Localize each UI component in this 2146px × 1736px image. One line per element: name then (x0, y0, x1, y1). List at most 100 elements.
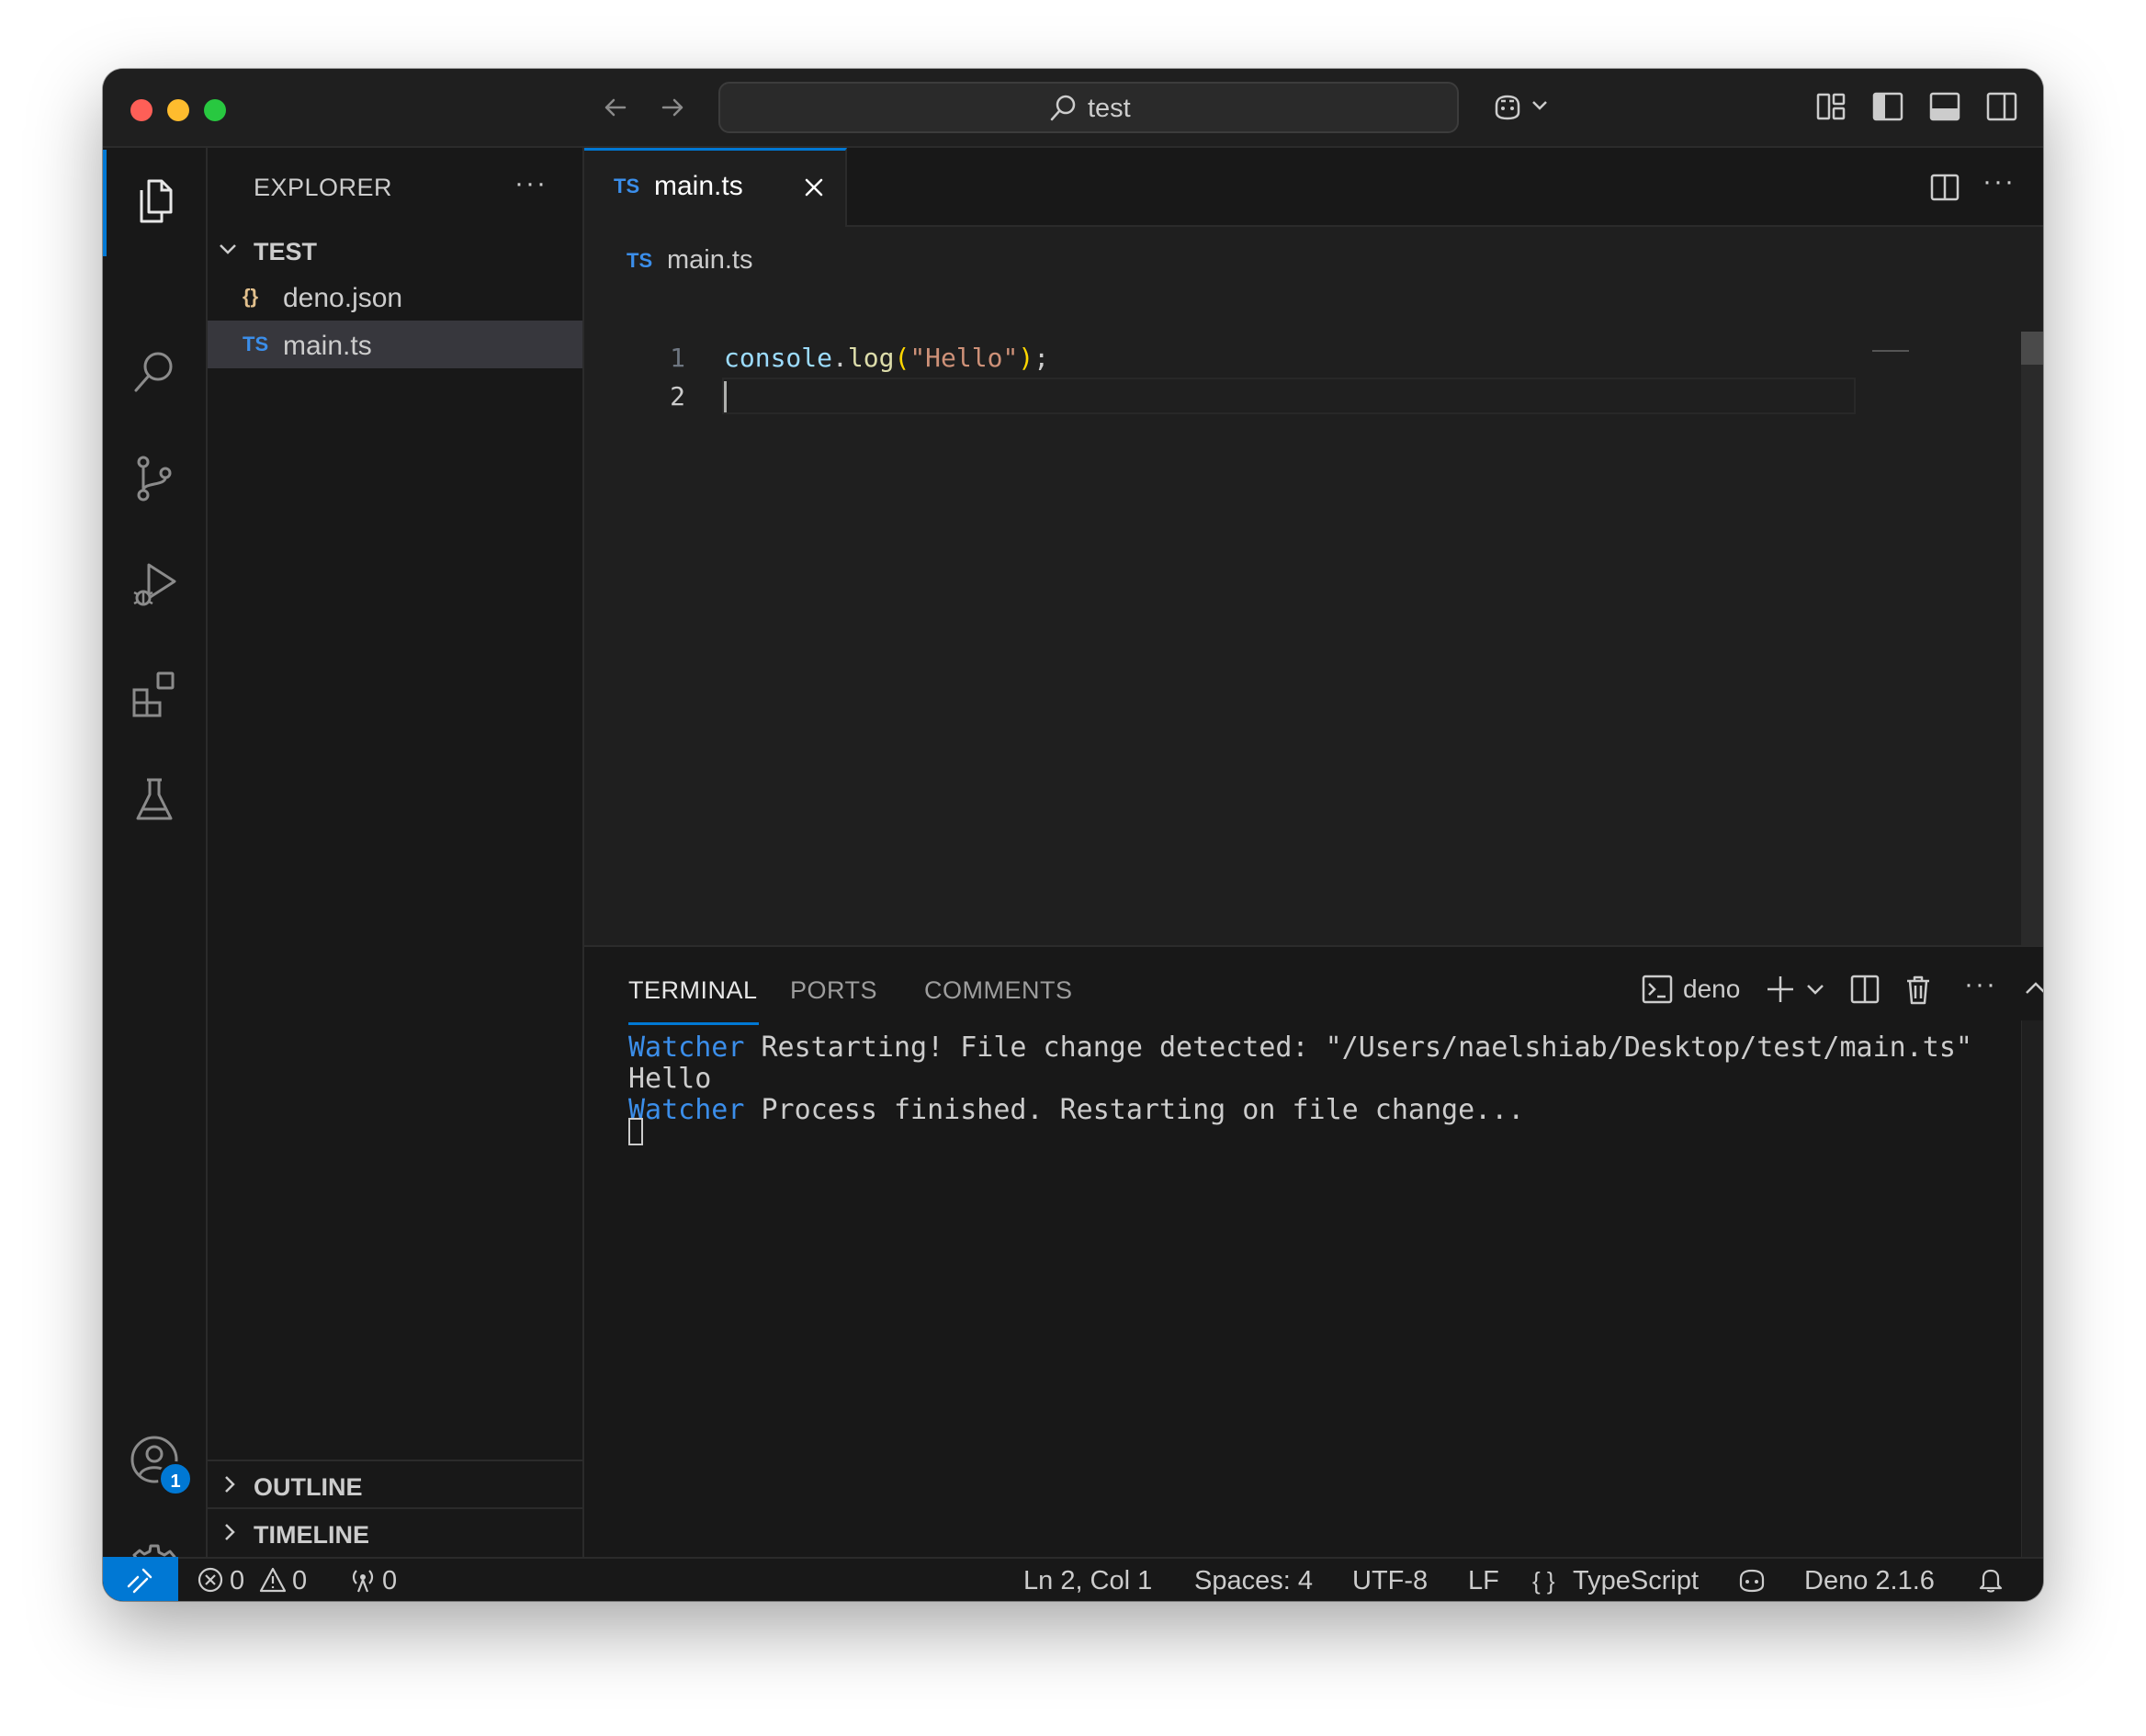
editor-more-actions[interactable]: ··· (1982, 166, 2016, 197)
file-row-deno-json[interactable]: {} deno.json (208, 273, 582, 321)
explorer-more-actions[interactable]: ··· (514, 168, 548, 199)
terminal-name[interactable]: deno (1683, 975, 1740, 1004)
indentation[interactable]: Spaces: 4 (1194, 1566, 1313, 1596)
chevron-right-icon (225, 1524, 235, 1540)
error-count[interactable]: 0 (230, 1566, 244, 1596)
typescript-file-icon: TS (627, 249, 653, 272)
split-terminal-icon[interactable] (1848, 973, 1881, 1006)
extensions-icon[interactable] (129, 668, 180, 719)
code-token: ) (1018, 343, 1034, 373)
explorer-sidebar: EXPLORER ··· TEST {} deno.json TS main.t… (208, 148, 584, 1557)
active-tab-underline (628, 1022, 759, 1025)
current-line-highlight (722, 378, 1856, 414)
new-terminal-plus-icon[interactable] (1764, 973, 1797, 1006)
search-icon (1050, 95, 1076, 121)
folder-row-test[interactable]: TEST (208, 225, 582, 273)
editor-scrollbar-thumb[interactable] (2021, 332, 2043, 365)
tab-label: main.ts (654, 171, 743, 201)
terminal-scrollbar[interactable] (2021, 1020, 2043, 1559)
tab-main-ts[interactable]: TS main.ts (584, 148, 847, 227)
status-bar: 0 0 0 Ln 2, Col 1 Spaces: 4 UTF-8 LF { }… (103, 1557, 2043, 1601)
tab-comments[interactable]: COMMENTS (924, 976, 1073, 1005)
sidebar-title: EXPLORER (254, 174, 393, 201)
terminal-line: Watcher Process finished. Restarting on … (628, 1094, 1524, 1126)
trash-icon[interactable] (1902, 973, 1935, 1006)
chevron-down-icon[interactable] (1529, 93, 1551, 118)
toggle-panel-icon[interactable] (1927, 89, 1962, 124)
copilot-icon[interactable] (1736, 1566, 1768, 1594)
language-braces-icon[interactable]: { } (1532, 1567, 1555, 1595)
panel-more-actions[interactable]: ··· (1964, 969, 1997, 1000)
minimap[interactable] (1872, 350, 1909, 352)
terminal-icon[interactable] (1641, 973, 1674, 1006)
tab-ports[interactable]: PORTS (790, 976, 877, 1005)
remote-indicator[interactable] (103, 1557, 178, 1601)
editor-tab-strip: TS main.ts ··· (584, 148, 2043, 227)
run-and-debug-icon[interactable] (129, 559, 180, 611)
warning-icon[interactable] (259, 1566, 287, 1594)
customize-layout-icon[interactable] (1813, 89, 1848, 124)
source-control-icon[interactable] (129, 453, 180, 504)
file-label: main.ts (283, 331, 372, 361)
search-icon[interactable] (129, 346, 180, 398)
code-token: log (847, 343, 895, 373)
testing-flask-icon[interactable] (129, 774, 180, 826)
folder-label: TEST (254, 238, 318, 265)
toggle-secondary-sidebar-icon[interactable] (1984, 89, 2019, 124)
terminal-line: Hello (628, 1063, 711, 1095)
ports-count[interactable]: 0 (382, 1566, 397, 1596)
code-line-1[interactable]: 1 console.log("Hello"); (584, 339, 2017, 378)
terminal-cursor (628, 1118, 643, 1145)
code-token: ( (894, 343, 910, 373)
forward-arrow-icon[interactable] (654, 89, 691, 126)
explorer-files-icon[interactable] (129, 175, 180, 227)
tab-terminal[interactable]: TERMINAL (628, 976, 758, 1005)
code-token: console (724, 343, 833, 373)
accounts-badge: 1 (158, 1461, 193, 1496)
file-label: deno.json (283, 283, 403, 313)
code-line-2[interactable]: 2 (584, 378, 2017, 416)
outline-section[interactable]: OUTLINE (208, 1460, 582, 1509)
toggle-primary-sidebar-icon[interactable] (1870, 89, 1905, 124)
activity-bar: 1 (103, 148, 208, 1594)
warning-count[interactable]: 0 (292, 1566, 307, 1596)
active-view-indicator (103, 150, 107, 256)
code-token: ; (1033, 343, 1050, 373)
close-window-button[interactable] (130, 99, 152, 121)
terminal-text: Process finished. Restarting on file cha… (744, 1094, 1525, 1126)
encoding[interactable]: UTF-8 (1352, 1566, 1428, 1596)
chevron-up-icon[interactable] (2019, 973, 2043, 1006)
language-mode[interactable]: TypeScript (1573, 1566, 1699, 1596)
timeline-section[interactable]: TIMELINE (208, 1507, 582, 1557)
typescript-file-icon: TS (614, 175, 640, 197)
error-icon[interactable] (197, 1566, 224, 1594)
code-text: console.log("Hello"); (724, 343, 1049, 373)
close-tab-icon[interactable] (801, 175, 827, 200)
watcher-prefix: Watcher (628, 1094, 745, 1126)
deno-version[interactable]: Deno 2.1.6 (1804, 1566, 1935, 1596)
terminal-text: Hello (628, 1063, 712, 1095)
terminal-line: Watcher Restarting! File change detected… (628, 1031, 1972, 1064)
notifications-bell-icon[interactable] (1977, 1566, 2005, 1594)
cursor-position[interactable]: Ln 2, Col 1 (1023, 1566, 1152, 1596)
breadcrumb-file: main.ts (667, 245, 753, 275)
end-of-line[interactable]: LF (1468, 1566, 1499, 1596)
command-center-search[interactable]: test (718, 82, 1459, 133)
terminal-text: Restarting! File change detected: "/User… (744, 1031, 1972, 1064)
copilot-icon[interactable] (1490, 89, 1525, 124)
vscode-window: test 1 EXPLORER ··· TEST {} deno.json TS… (103, 69, 2043, 1601)
split-editor-icon[interactable] (1929, 172, 1960, 203)
ports-broadcast-icon[interactable] (349, 1566, 377, 1594)
back-arrow-icon[interactable] (597, 89, 634, 126)
minimize-window-button[interactable] (167, 99, 189, 121)
title-bar: test (103, 69, 2043, 148)
maximize-window-button[interactable] (204, 99, 226, 121)
chevron-down-icon (220, 244, 236, 254)
section-label: TIMELINE (254, 1521, 369, 1549)
editor-area: TS main.ts ··· TS main.ts 1 console.log(… (584, 148, 2043, 945)
chevron-down-icon[interactable] (1804, 976, 1826, 1002)
text-cursor (724, 381, 727, 412)
file-row-main-ts[interactable]: TS main.ts (208, 321, 582, 368)
editor-scrollbar[interactable] (2021, 332, 2043, 945)
typescript-file-icon: TS (243, 333, 269, 355)
